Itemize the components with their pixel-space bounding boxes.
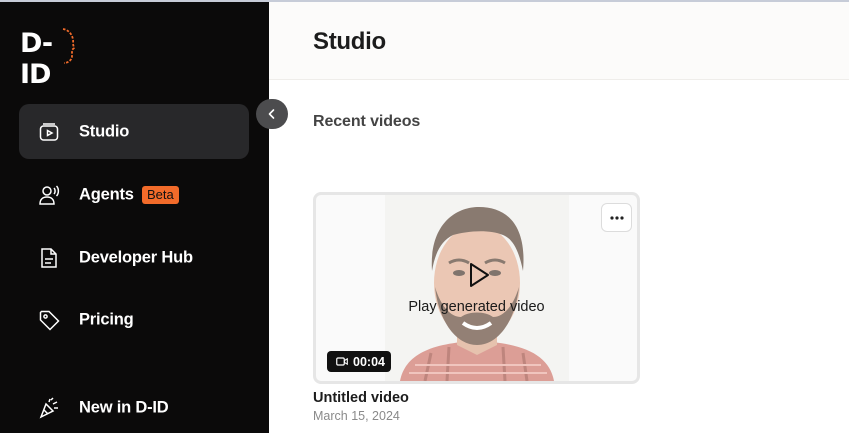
sidebar-item-pricing[interactable]: Pricing [19, 292, 249, 347]
more-options-button[interactable] [601, 203, 632, 232]
sidebar-item-studio[interactable]: Studio [19, 104, 249, 159]
sidebar-item-label: New in D-ID [79, 398, 169, 416]
collapse-sidebar-button[interactable] [256, 99, 288, 129]
sidebar-item-label: Pricing [79, 310, 134, 328]
did-logo[interactable]: D-ID [20, 26, 76, 90]
video-title[interactable]: Untitled video [313, 390, 409, 406]
beta-badge: Beta [142, 185, 179, 204]
duration-text: 00:04 [353, 354, 385, 369]
sidebar-item-label: Studio [79, 122, 130, 140]
video-card[interactable]: Play generated video 00:04 [313, 192, 640, 384]
page-header: Studio [269, 2, 849, 80]
section-title-recent-videos: Recent videos [313, 113, 421, 130]
sidebar-item-new-in-did[interactable]: New in D-ID [19, 380, 249, 433]
studio-icon [38, 121, 60, 143]
video-date: March 15, 2024 [313, 409, 400, 423]
document-icon [38, 247, 60, 269]
sidebar-item-developer-hub[interactable]: Developer Hub [19, 230, 249, 285]
sidebar-item-label: Agents [79, 185, 134, 203]
tag-icon [38, 309, 60, 331]
page-title: Studio [313, 28, 386, 55]
agents-icon [38, 184, 60, 206]
chevron-left-icon [268, 109, 275, 119]
play-generated-video-label: Play generated video [408, 299, 545, 315]
window-top-border [0, 0, 849, 2]
video-camera-icon [336, 357, 348, 366]
sidebar: D-ID Studio Agents Beta Developer Hub Pr… [0, 0, 269, 433]
party-popper-icon [38, 396, 60, 419]
duration-badge: 00:04 [327, 351, 391, 372]
sidebar-item-agents[interactable]: Agents Beta [19, 167, 249, 222]
sidebar-item-label: Developer Hub [79, 248, 193, 266]
more-options-icon [609, 215, 624, 220]
play-icon[interactable] [462, 259, 494, 291]
logo-head-outline-icon [62, 28, 75, 64]
